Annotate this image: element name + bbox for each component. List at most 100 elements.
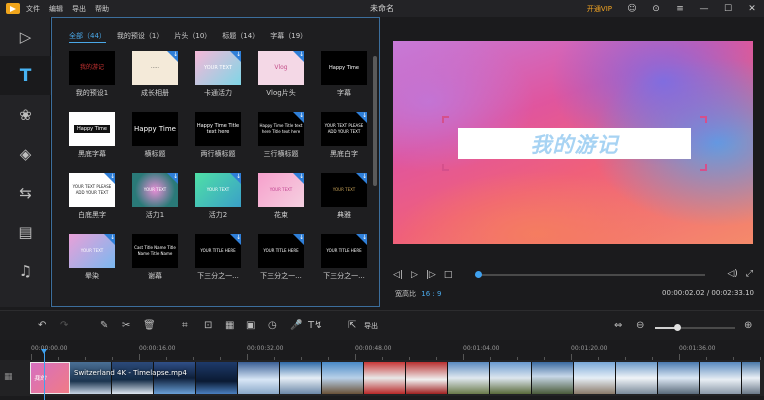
text-icon[interactable]: T (0, 56, 51, 95)
tab-intro[interactable]: 片头（10） (174, 31, 211, 43)
template-tile[interactable]: YOUR TEXT 晕染 (69, 234, 115, 281)
title-clip[interactable]: 我的 (30, 362, 70, 394)
zoom-in-icon[interactable]: ⊕ (744, 320, 752, 331)
template-tile[interactable]: Happy Time 黑底字幕 (69, 112, 115, 159)
crop-icon[interactable]: ⌗ (182, 320, 188, 331)
minimize-icon[interactable]: — (692, 0, 716, 17)
speech-to-text-icon[interactable]: T↯ (308, 320, 323, 331)
template-tile[interactable]: Happy Time 字幕 (321, 51, 367, 98)
template-tile[interactable]: Happy Time Title text here Title text he… (258, 112, 304, 159)
preview-progress-slider[interactable] (475, 271, 705, 278)
template-thumbnail: ····· (132, 51, 178, 85)
template-tile[interactable]: YOUR TEXT 花束 (258, 173, 304, 220)
zoom-out-icon[interactable]: ⊖ (636, 320, 644, 331)
export-icon[interactable]: ⇱ (348, 320, 356, 331)
menu-edit[interactable]: 编辑 (49, 4, 63, 14)
feedback-icon[interactable]: ⊙ (644, 0, 668, 17)
template-tile[interactable]: YOUR TEXT 活力2 (195, 173, 241, 220)
timeline-ruler[interactable]: 00:00:00.00 00:00:16.00 00:00:32.00 00:00:4… (0, 340, 764, 360)
download-icon[interactable] (293, 112, 304, 123)
video-clip[interactable] (70, 362, 760, 394)
fit-timeline-icon[interactable]: ⇔ (614, 320, 622, 331)
template-tile[interactable]: ····· 成长相册 (132, 51, 178, 98)
freeze-frame-icon[interactable]: ▣ (246, 320, 255, 331)
track-lock-icon[interactable]: ▦ (4, 372, 13, 382)
tab-subtitles[interactable]: 字幕（19） (270, 31, 307, 43)
redo-icon[interactable]: ↷ (60, 320, 68, 331)
download-icon[interactable] (356, 234, 367, 245)
download-icon[interactable] (167, 173, 178, 184)
download-icon[interactable] (356, 173, 367, 184)
library-scrollbar[interactable] (373, 56, 377, 186)
cut-icon[interactable]: ✂ (122, 320, 130, 331)
template-tile[interactable]: Vlog Vlog片头 (258, 51, 304, 98)
download-icon[interactable] (293, 173, 304, 184)
volume-icon[interactable]: ◁) (727, 269, 737, 279)
fullscreen-icon[interactable]: ⤢ (746, 269, 753, 279)
stop-icon[interactable]: □ (444, 270, 453, 280)
zoom-knob[interactable] (674, 324, 682, 331)
template-tile[interactable]: YOUR TITLE HERE 下三分之一... (195, 234, 241, 281)
template-tile[interactable]: YOUR TEXT 活力1 (132, 173, 178, 220)
undo-icon[interactable]: ↶ (38, 320, 46, 331)
download-icon[interactable] (230, 173, 241, 184)
tab-my-presets[interactable]: 我的预设（1） (117, 31, 163, 43)
menu-help[interactable]: 帮助 (95, 4, 109, 14)
zoom-crop-icon[interactable]: ⊡ (204, 320, 212, 331)
edit-icon[interactable]: ✎ (100, 320, 108, 331)
template-tile[interactable]: Happy Time 横标题 (132, 112, 178, 159)
template-thumbnail-text: Happy Time Title text here Title text he… (259, 123, 303, 134)
download-icon[interactable] (293, 51, 304, 62)
download-icon[interactable] (104, 173, 115, 184)
progress-knob[interactable] (475, 271, 483, 278)
next-frame-icon[interactable]: |▷ (426, 270, 436, 280)
aspect-ratio-value[interactable]: 16 : 9 (421, 290, 441, 298)
template-tile[interactable]: Cast Title Name Title Name Title Name 谢幕 (132, 234, 178, 281)
overlay-icon[interactable]: ◈ (0, 134, 51, 173)
user-icon[interactable]: ☺ (620, 0, 644, 17)
download-icon[interactable] (356, 112, 367, 123)
download-icon[interactable] (293, 234, 304, 245)
filter-icon[interactable]: ❀ (0, 95, 51, 134)
vip-button[interactable]: 开通VIP (587, 4, 612, 14)
caption-handle[interactable] (442, 116, 449, 123)
template-tile[interactable]: YOUR TITLE HERE 下三分之一... (258, 234, 304, 281)
tab-all[interactable]: 全部（44） (69, 31, 106, 43)
download-icon[interactable] (230, 51, 241, 62)
menu-export[interactable]: 导出 (72, 4, 86, 14)
template-tile[interactable]: YOUR TEXT 典雅 (321, 173, 367, 220)
duration-icon[interactable]: ◷ (268, 320, 277, 331)
music-icon[interactable]: ♫ (0, 251, 51, 290)
tab-titles[interactable]: 标题（14） (222, 31, 259, 43)
delete-icon[interactable]: 🗑 (143, 320, 156, 331)
voiceover-icon[interactable]: 🎤 (290, 320, 302, 331)
element-icon[interactable]: ▤ (0, 212, 51, 251)
play-icon[interactable]: ▷ (411, 270, 418, 280)
timeline-zoom-slider[interactable] (655, 324, 735, 331)
template-tile[interactable]: 我的游记 我的预设1 (69, 51, 115, 98)
preview-canvas[interactable]: 我的游记 (393, 41, 753, 244)
transition-icon[interactable]: ⇆ (0, 173, 51, 212)
caption-handle[interactable] (442, 164, 449, 171)
template-tile[interactable]: YOUR TEXT PLEASE ADD YOUR TEXT 黑底白字 (321, 112, 367, 159)
media-icon[interactable]: ▷ (0, 17, 51, 56)
prev-frame-icon[interactable]: ◁| (393, 270, 403, 280)
caption-handle[interactable] (700, 164, 707, 171)
export-button[interactable]: 导出 (364, 321, 378, 331)
caption-box[interactable]: 我的游记 (458, 128, 691, 159)
template-tile[interactable]: Happy Time Title text here 两行横标题 (195, 112, 241, 159)
menu-file[interactable]: 文件 (26, 4, 40, 14)
template-tile[interactable]: YOUR TEXT PLEASE ADD YOUR TEXT 白底黑字 (69, 173, 115, 220)
mosaic-icon[interactable]: ▦ (225, 320, 234, 331)
menu-icon[interactable]: ≡ (668, 0, 692, 17)
template-tile[interactable]: YOUR TITLE HERE 下三分之一... (321, 234, 367, 281)
download-icon[interactable] (230, 234, 241, 245)
template-tile[interactable]: YOUR TEXT 卡通活力 (195, 51, 241, 98)
download-icon[interactable] (167, 51, 178, 62)
caption-handle[interactable] (700, 116, 707, 123)
playback-controls: ◁| ▷ |▷ □ ◁) ⤢ (393, 269, 753, 281)
maximize-icon[interactable]: ☐ (716, 0, 740, 17)
download-icon[interactable] (104, 234, 115, 245)
playhead[interactable] (41, 349, 47, 400)
close-icon[interactable]: ✕ (740, 0, 764, 17)
